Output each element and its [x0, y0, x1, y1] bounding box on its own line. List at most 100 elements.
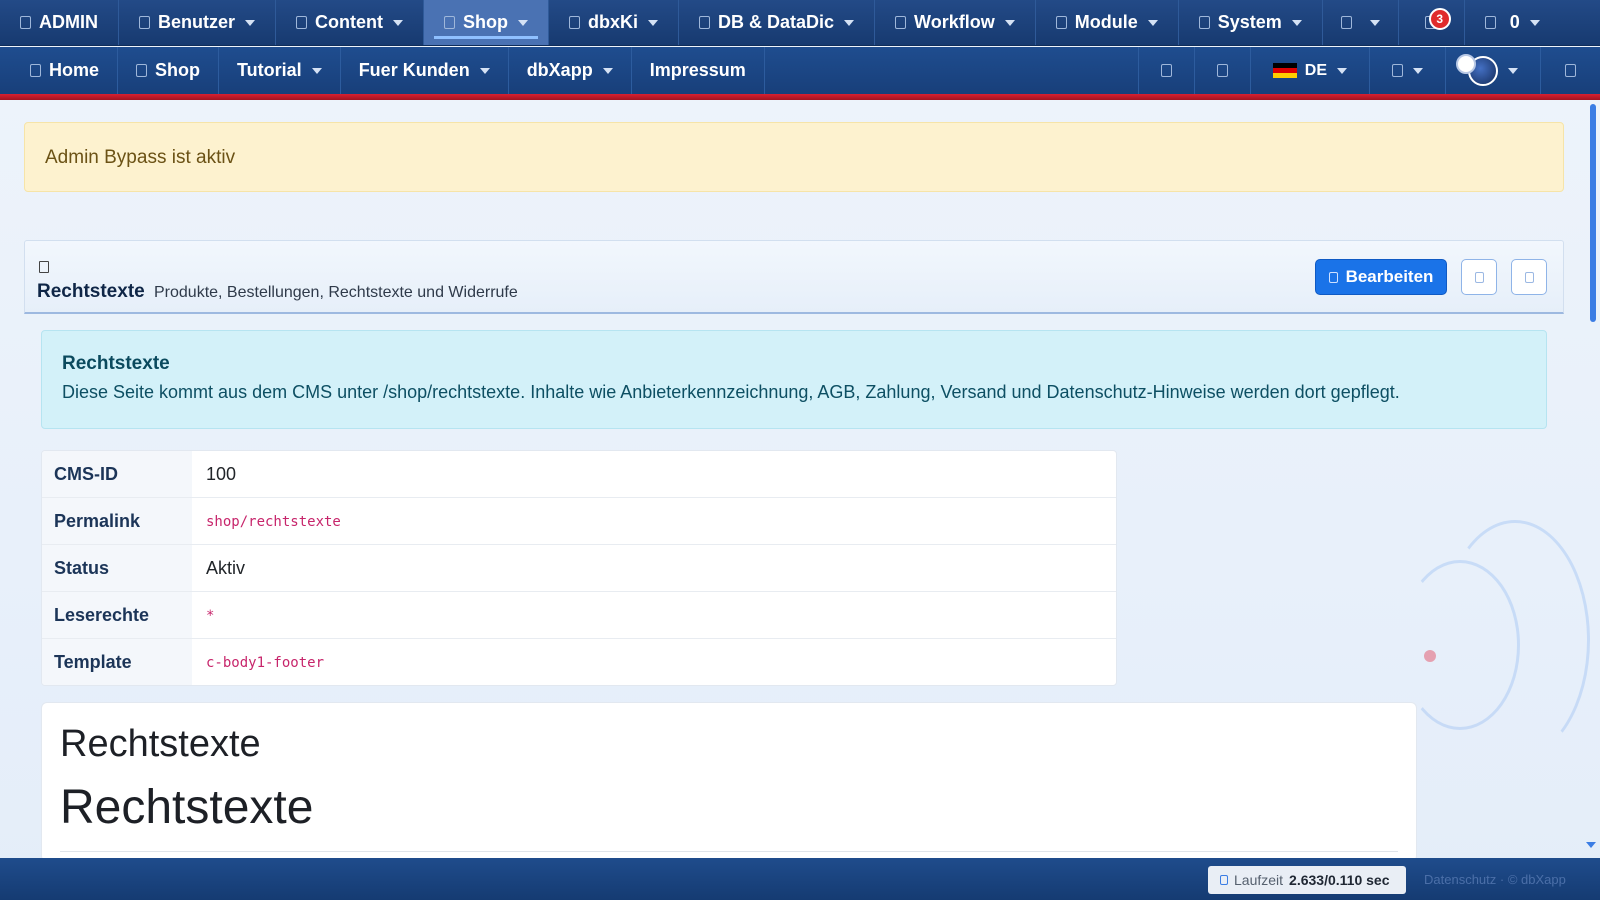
admin-menu-shop[interactable]: Shop	[424, 0, 549, 45]
shop-icon	[136, 64, 148, 77]
table-row: Template c-body1-footer	[42, 639, 1116, 685]
content-heading-primary: Rechtstexte	[60, 781, 314, 834]
nav-item-shop[interactable]: Shop	[118, 47, 220, 94]
chevron-down-icon	[518, 19, 528, 26]
chevron-down-icon	[1291, 19, 1302, 26]
nav-item-label: dbXapp	[526, 60, 593, 80]
nav-item-dbxapp[interactable]: dbXapp	[509, 47, 632, 94]
admin-menu-system[interactable]: System	[1179, 0, 1323, 45]
admin-menu-content[interactable]: Content	[276, 0, 424, 45]
content-icon	[296, 16, 308, 29]
runtime-indicator: Laufzeit 2.633/0.110 sec	[1208, 866, 1406, 894]
meta-key: Permalink	[42, 498, 192, 544]
table-row: Status Aktiv	[42, 545, 1116, 592]
nav-item-impressum[interactable]: Impressum	[632, 47, 765, 94]
module-icon	[1055, 16, 1067, 29]
meta-value: Aktiv	[206, 558, 246, 578]
table-row: Permalink shop/rechtstexte	[42, 498, 1116, 545]
settings-icon	[1392, 64, 1403, 77]
nav-item-fuer-kunden[interactable]: Fuer Kunden	[341, 47, 509, 94]
admin-menu-label: DB & DataDic	[718, 12, 835, 32]
chevron-down-icon	[844, 19, 855, 26]
users-icon	[139, 16, 150, 29]
settings-menu[interactable]	[1369, 47, 1445, 94]
content-card: Rechtstexte Rechtstexte	[41, 702, 1417, 862]
document-icon	[39, 261, 49, 273]
nav-right-group: DE	[1137, 47, 1600, 94]
status-indicator-icon	[1456, 53, 1476, 74]
clock-icon	[1220, 875, 1228, 885]
meta-key: Status	[42, 545, 192, 591]
dashboard-icon	[20, 16, 31, 29]
menu-icon	[1565, 64, 1576, 77]
nav-item-label: Fuer Kunden	[358, 60, 470, 80]
meta-value: 100	[206, 464, 237, 484]
chevron-down-icon	[1413, 67, 1423, 74]
chevron-down-icon	[1508, 67, 1518, 74]
meta-key: Template	[42, 639, 192, 685]
chevron-down-icon	[1004, 19, 1015, 26]
notification-count-badge: 3	[1428, 8, 1451, 30]
admin-menu-module[interactable]: Module	[1036, 0, 1179, 45]
user-menu[interactable]	[1445, 47, 1540, 94]
admin-menu-label: Content	[315, 12, 383, 32]
admin-menu-label: Module	[1074, 12, 1138, 32]
admin-toolbar: ADMIN Benutzer Content Shop dbxKi DB & D…	[0, 0, 1600, 46]
copy-icon	[1474, 271, 1484, 283]
table-row: Leserechte *	[42, 592, 1116, 639]
runtime-value: 2.633/0.110 sec	[1289, 872, 1390, 888]
admin-menu-label: Shop	[463, 12, 508, 32]
meta-value: shop/rechtstexte	[206, 514, 341, 530]
meta-value: c-body1-footer	[206, 655, 325, 671]
chevron-down-icon	[1529, 19, 1540, 26]
admin-menu-benutzer[interactable]: Benutzer	[119, 0, 277, 45]
footer-links[interactable]: Datenschutz · © dbXapp	[1424, 872, 1566, 887]
theme-toggle[interactable]	[1193, 47, 1250, 94]
admin-menu-label: System	[1217, 12, 1282, 32]
admin-menu-label: dbxKi	[588, 12, 639, 32]
info-title: Rechtstexte	[62, 353, 170, 374]
admin-menu-extra[interactable]	[1323, 0, 1399, 45]
copy-button[interactable]	[1461, 259, 1497, 295]
german-flag-icon	[1272, 62, 1297, 79]
chevron-down-icon	[393, 19, 403, 26]
search-button[interactable]	[1137, 47, 1194, 94]
edit-icon	[1328, 271, 1338, 283]
admin-menu-db-datadic[interactable]: DB & DataDic	[679, 0, 876, 45]
info-alert: Rechtstexte Diese Seite kommt aus dem CM…	[41, 330, 1547, 429]
page-title-text: Rechtstexte	[37, 281, 145, 302]
chevron-down-icon	[648, 19, 659, 26]
content-heading-secondary: Rechtstexte	[60, 723, 261, 765]
language-label: DE	[1304, 61, 1327, 79]
admin-menu-dbxki[interactable]: dbxKi	[549, 0, 680, 45]
divider	[60, 851, 1398, 852]
notifications-button[interactable]: 3	[1399, 0, 1465, 45]
admin-menu-label: ADMIN	[39, 12, 98, 32]
admin-menu-label: Workflow	[914, 12, 995, 32]
footer: Laufzeit 2.633/0.110 sec Datenschutz · ©…	[0, 858, 1600, 900]
menu-toggle[interactable]	[1540, 47, 1600, 94]
nav-item-tutorial[interactable]: Tutorial	[219, 47, 341, 94]
page-card-header: Rechtstexte Produkte, Bestellungen, Rech…	[24, 240, 1564, 314]
scrollbar-thumb[interactable]	[1590, 104, 1596, 322]
view-button[interactable]	[1511, 259, 1547, 295]
scroll-down-arrow-icon[interactable]	[1586, 842, 1596, 848]
shop-icon	[444, 16, 455, 29]
chevron-down-icon	[1147, 19, 1158, 26]
page-subtitle: Produkte, Bestellungen, Rechtstexte und …	[154, 284, 518, 301]
runtime-label: Laufzeit	[1234, 872, 1284, 888]
nav-item-label: Home	[49, 60, 100, 80]
admin-menu-workflow[interactable]: Workflow	[875, 0, 1036, 45]
eye-icon	[1524, 271, 1534, 283]
meta-key: CMS-ID	[42, 451, 192, 497]
background-decoration	[1440, 520, 1590, 760]
chevron-down-icon	[245, 19, 256, 26]
chevron-down-icon	[479, 67, 490, 74]
language-selector[interactable]: DE	[1249, 47, 1369, 94]
nav-item-label: Shop	[155, 60, 201, 80]
edit-button[interactable]: Bearbeiten	[1315, 259, 1447, 295]
admin-menu-admin[interactable]: ADMIN	[0, 0, 119, 45]
cart-button[interactable]: 0	[1465, 0, 1550, 45]
workflow-icon	[895, 16, 907, 29]
nav-item-home[interactable]: Home	[0, 47, 119, 94]
